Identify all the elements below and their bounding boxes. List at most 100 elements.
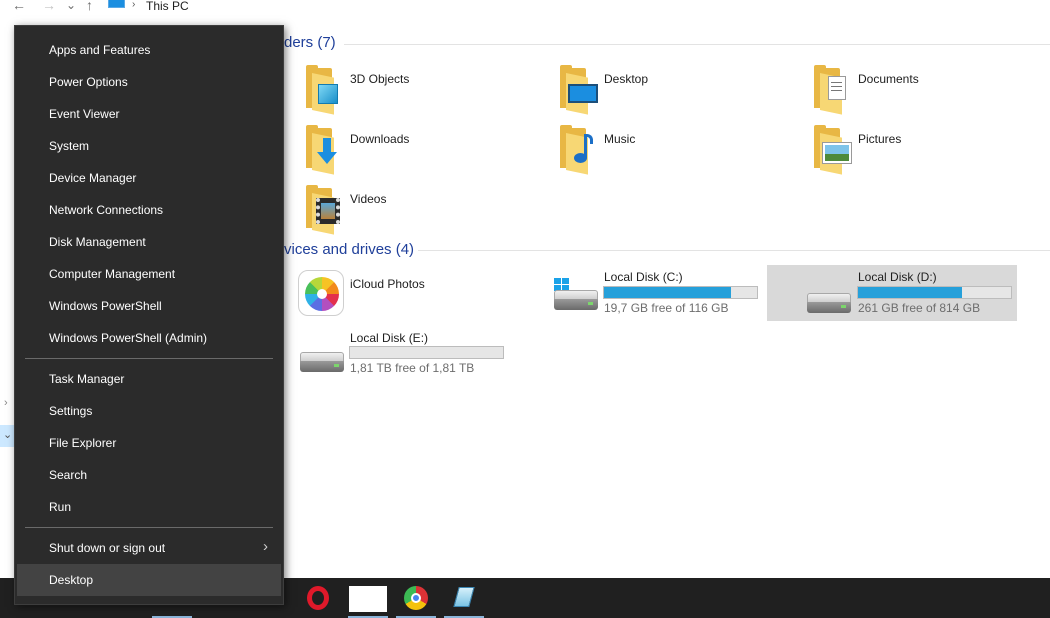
documents-folder-icon xyxy=(812,65,852,115)
menu-item-label: Desktop xyxy=(49,573,94,587)
drive-label: Local Disk (C:) xyxy=(604,270,683,284)
downloads-folder-icon xyxy=(304,125,344,175)
menu-item-system[interactable]: System xyxy=(15,130,283,162)
drive-free-space: 1,81 TB free of 1,81 TB xyxy=(350,361,475,375)
submenu-chevron-right-icon: › xyxy=(263,538,268,555)
videos-folder-icon xyxy=(304,185,344,235)
folder-videos[interactable]: Videos xyxy=(304,185,544,244)
forward-arrow-icon[interactable]: → xyxy=(42,0,56,12)
breadcrumb-separator[interactable]: › xyxy=(132,0,135,10)
breadcrumb-this-pc[interactable]: This PC xyxy=(146,0,189,13)
drive-usage-bar xyxy=(349,346,504,359)
menu-item-settings[interactable]: Settings xyxy=(15,395,283,427)
menu-item-label: Search xyxy=(49,468,88,482)
3d-objects-icon xyxy=(304,65,344,115)
menu-item-label: Device Manager xyxy=(49,171,137,185)
menu-item-file-explorer[interactable]: File Explorer xyxy=(15,427,283,459)
folder-desktop[interactable]: Desktop xyxy=(558,65,798,124)
menu-item-shut-down-or-sign-out[interactable]: Shut down or sign out › xyxy=(15,532,283,564)
folder-label: Documents xyxy=(858,72,919,86)
drive-usage-fill xyxy=(858,287,963,298)
menu-item-network-connections[interactable]: Network Connections xyxy=(15,194,283,226)
drive-local-disk-d[interactable]: Local Disk (D:) 261 GB free of 814 GB xyxy=(767,265,1017,321)
icloud-photos-icon xyxy=(298,270,344,316)
folder-music[interactable]: Music xyxy=(558,125,798,184)
drive-free-space: 19,7 GB free of 116 GB xyxy=(604,301,729,315)
hard-drive-icon xyxy=(300,352,344,376)
menu-item-label: Disk Management xyxy=(49,235,146,249)
menu-item-label: Power Options xyxy=(49,75,128,89)
menu-item-disk-management[interactable]: Disk Management xyxy=(15,226,283,258)
folder-3d-objects[interactable]: 3D Objects xyxy=(304,65,544,124)
hard-drive-icon xyxy=(807,293,851,317)
explorer-nav-bar: ← → ⌄ ↑ › This PC xyxy=(0,0,1050,15)
menu-item-label: Task Manager xyxy=(49,372,125,386)
menu-item-power-options[interactable]: Power Options xyxy=(15,66,283,98)
folder-label: Downloads xyxy=(350,132,410,146)
menu-item-label: Apps and Features xyxy=(49,43,151,57)
folder-pictures[interactable]: Pictures xyxy=(812,125,1050,184)
folder-label: 3D Objects xyxy=(350,72,410,86)
folder-label: Videos xyxy=(350,192,387,206)
opera-icon xyxy=(307,586,329,610)
nav-expand-chevron-icon[interactable]: › xyxy=(4,397,8,409)
winx-power-user-menu: Apps and Features Power Options Event Vi… xyxy=(14,25,284,605)
notepad-icon xyxy=(453,587,475,607)
windows-drive-icon xyxy=(552,278,598,314)
back-arrow-icon[interactable]: ← xyxy=(12,0,26,12)
menu-item-windows-powershell-admin[interactable]: Windows PowerShell (Admin) xyxy=(15,322,283,354)
menu-item-label: File Explorer xyxy=(49,436,117,450)
menu-item-computer-management[interactable]: Computer Management xyxy=(15,258,283,290)
up-arrow-icon[interactable]: ↑ xyxy=(86,0,93,12)
folder-label: Desktop xyxy=(604,72,649,86)
drive-usage-bar xyxy=(857,286,1012,299)
menu-item-device-manager[interactable]: Device Manager xyxy=(15,162,283,194)
folders-group-header[interactable]: ders (7) xyxy=(284,34,336,51)
music-folder-icon xyxy=(558,125,598,175)
menu-item-search[interactable]: Search xyxy=(15,459,283,491)
menu-item-label: System xyxy=(49,139,90,153)
menu-item-label: Network Connections xyxy=(49,203,164,217)
menu-item-event-viewer[interactable]: Event Viewer xyxy=(15,98,283,130)
devices-group-divider xyxy=(418,250,1050,251)
menu-item-run[interactable]: Run xyxy=(15,491,283,523)
menu-item-apps-and-features[interactable]: Apps and Features xyxy=(15,34,283,66)
menu-item-label: Shut down or sign out xyxy=(49,541,166,555)
folder-downloads[interactable]: Downloads xyxy=(304,125,544,184)
menu-separator xyxy=(25,358,273,359)
menu-item-label: Windows PowerShell (Admin) xyxy=(49,331,208,345)
taskbar-chrome-button[interactable] xyxy=(396,578,436,618)
menu-item-windows-powershell[interactable]: Windows PowerShell xyxy=(15,290,283,322)
taskbar-opera-button[interactable] xyxy=(298,578,338,618)
folder-documents[interactable]: Documents xyxy=(812,65,1050,124)
this-pc-icon xyxy=(108,0,126,10)
drive-icloud-photos[interactable]: iCloud Photos xyxy=(296,266,546,322)
drive-label: Local Disk (D:) xyxy=(858,270,937,284)
recent-locations-chevron-icon[interactable]: ⌄ xyxy=(66,0,76,12)
menu-item-label: Run xyxy=(49,500,72,514)
drive-label: Local Disk (E:) xyxy=(350,331,429,345)
folders-group-divider xyxy=(344,44,1050,45)
devices-group-header[interactable]: vices and drives (4) xyxy=(284,241,414,258)
menu-item-desktop[interactable]: Desktop xyxy=(17,564,281,596)
nav-collapse-chevron-icon[interactable]: ⌄ xyxy=(3,428,12,441)
folder-label: Pictures xyxy=(858,132,902,146)
taskbar-notepad-button[interactable] xyxy=(444,578,484,618)
drive-local-disk-e[interactable]: Local Disk (E:) 1,81 TB free of 1,81 TB xyxy=(296,328,546,384)
pictures-folder-icon xyxy=(812,125,852,175)
menu-item-label: Computer Management xyxy=(49,267,176,281)
drive-usage-bar xyxy=(603,286,758,299)
menu-item-task-manager[interactable]: Task Manager xyxy=(15,363,283,395)
drive-usage-fill xyxy=(604,287,731,298)
folder-label: Music xyxy=(604,132,636,146)
menu-item-label: Settings xyxy=(49,404,93,418)
blank-window-icon xyxy=(349,586,387,612)
menu-item-label: Event Viewer xyxy=(49,107,120,121)
drive-label: iCloud Photos xyxy=(350,277,425,291)
desktop-folder-icon xyxy=(558,65,598,115)
drive-local-disk-c[interactable]: Local Disk (C:) 19,7 GB free of 116 GB xyxy=(552,266,802,322)
menu-separator xyxy=(25,527,273,528)
screen: ← → ⌄ ↑ › This PC › ⌄ ders (7) 3D Object… xyxy=(0,0,1050,618)
menu-item-label: Windows PowerShell xyxy=(49,299,162,313)
taskbar-blank-window-button[interactable] xyxy=(348,578,388,618)
